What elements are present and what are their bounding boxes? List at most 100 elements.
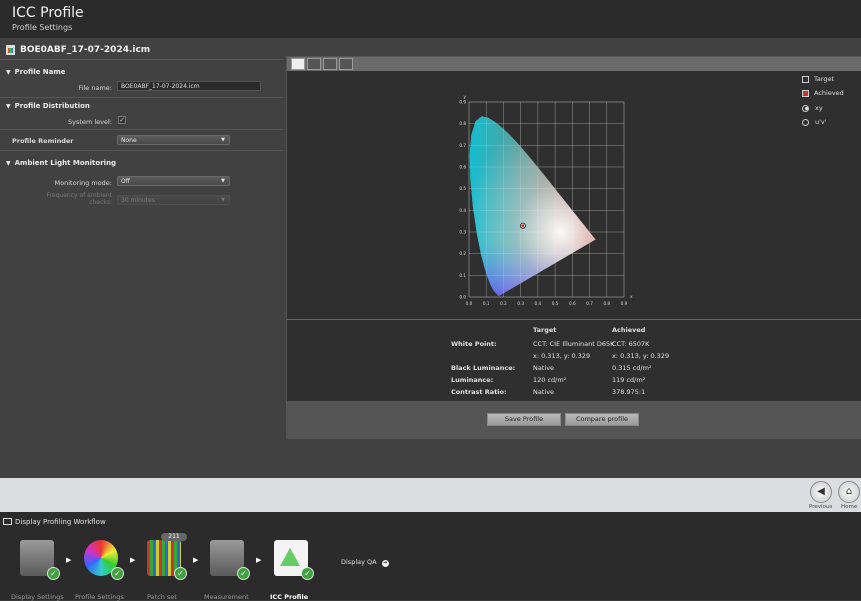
divider xyxy=(0,59,283,60)
page-title: ICC Profile xyxy=(12,5,84,21)
workflow-bar: Display Profiling Workflow ✓ Display Set… xyxy=(0,512,861,601)
x-axis-label: x xyxy=(630,295,633,300)
step-profile-settings[interactable]: ✓ xyxy=(78,540,124,584)
col-target-header: Target xyxy=(533,326,557,334)
chevron-down-icon: ▼ xyxy=(221,178,225,184)
profile-reminder-dropdown[interactable]: None ▼ xyxy=(117,135,230,145)
collapse-triangle-icon[interactable]: ▼ xyxy=(6,69,11,76)
frequency-dropdown[interactable]: 30 minutes ▼ xyxy=(117,195,230,205)
collapse-triangle-icon[interactable]: ▼ xyxy=(6,160,11,167)
x-tick-label: 0.2 xyxy=(500,301,507,306)
white-xy-achieved: x: 0.313, y: 0.329 xyxy=(612,352,670,360)
contrast-ratio-label: Contrast Ratio: xyxy=(451,388,507,396)
step-icc-profile[interactable]: ✓ xyxy=(268,540,314,584)
radio-unselected-icon[interactable] xyxy=(802,118,809,126)
legend-target[interactable]: Target xyxy=(802,75,834,83)
previous-button[interactable]: ◀ xyxy=(810,481,832,503)
white-point-target: CCT: CIE Illuminant D65K xyxy=(533,340,615,348)
y-tick-label: 0.5 xyxy=(459,186,466,191)
chevron-down-icon: ▼ xyxy=(221,197,225,203)
file-name-input[interactable]: BOE0ABF_17-07-2024.icm xyxy=(117,81,261,91)
col-achieved-header: Achieved xyxy=(612,326,646,334)
x-tick-label: 0.6 xyxy=(569,301,576,306)
section-profile-name[interactable]: ▼ Profile Name xyxy=(6,68,65,76)
checkmark-icon: ✓ xyxy=(237,567,250,580)
profile-file-icon xyxy=(6,45,15,55)
main-area: BOE0ABF_17-07-2024.icm ▼ Profile Name Fil… xyxy=(0,38,861,478)
target-marker-icon xyxy=(802,75,809,83)
y-axis-label: y xyxy=(463,95,466,100)
system-level-label: System level: xyxy=(68,118,112,126)
white-point-label: White Point: xyxy=(451,340,497,348)
page-subtitle: Profile Settings xyxy=(12,23,73,32)
back-arrow-icon: ◀ xyxy=(817,486,825,497)
home-button[interactable]: ⌂ xyxy=(838,481,860,503)
title-bar: ICC Profile Profile Settings xyxy=(0,0,861,38)
compare-profile-button[interactable]: Compare profile xyxy=(565,413,639,426)
checkmark-icon: ✓ xyxy=(111,567,124,580)
checkmark-icon: ✓ xyxy=(174,567,187,580)
previous-label: Previous xyxy=(809,504,833,510)
y-tick-label: 0.2 xyxy=(459,251,466,256)
patch-count-badge: 211 xyxy=(161,533,187,541)
x-tick-label: 0.3 xyxy=(517,301,524,306)
step-measurement[interactable]: ✓ xyxy=(204,540,250,584)
black-luminance-label: Black Luminance: xyxy=(451,364,516,372)
x-tick-label: 0.8 xyxy=(603,301,610,306)
contrast-ratio-achieved: 378.975:1 xyxy=(612,388,646,396)
achieved-point xyxy=(521,223,525,228)
achieved-marker-icon xyxy=(802,89,809,97)
image-view-button[interactable] xyxy=(339,58,353,70)
navigation-strip: ◀ Previous ⌂ Home xyxy=(0,478,861,512)
x-tick-label: 0.1 xyxy=(483,301,490,306)
monitor-icon xyxy=(3,518,12,525)
black-luminance-achieved: 0.315 cd/m² xyxy=(612,364,652,372)
x-tick-label: 0.7 xyxy=(586,301,593,306)
y-tick-label: 0.7 xyxy=(459,143,466,148)
gamut-3d-view-button[interactable] xyxy=(307,58,321,70)
white-point-achieved: CCT: 6507K xyxy=(612,340,650,348)
black-luminance-target: Native xyxy=(533,364,555,372)
file-name-label: File name: xyxy=(78,84,112,92)
workflow-title: Display Profiling Workflow xyxy=(15,518,106,526)
gamut-triangle-icon xyxy=(280,548,300,566)
step-patch-set[interactable]: 211 ✓ xyxy=(141,533,187,584)
radio-uv[interactable]: u'v' xyxy=(802,118,827,126)
chevron-right-icon: ▶ xyxy=(66,556,72,564)
save-profile-button[interactable]: Save Profile xyxy=(487,413,561,426)
curves-view-button[interactable] xyxy=(323,58,337,70)
checkmark-icon: ✓ xyxy=(47,567,60,580)
display-qa-link[interactable]: Display QA ➜ xyxy=(341,558,389,567)
contrast-ratio-target: Native xyxy=(533,388,555,396)
divider xyxy=(287,319,861,320)
gamut-view-button[interactable] xyxy=(291,58,305,70)
arrow-right-icon: ➜ xyxy=(381,560,389,567)
y-tick-label: 0.1 xyxy=(459,273,466,278)
home-icon: ⌂ xyxy=(845,486,853,497)
divider xyxy=(0,150,283,151)
y-tick-label: 0.4 xyxy=(459,208,466,213)
home-label: Home xyxy=(841,504,858,510)
system-level-checkbox[interactable]: ✓ xyxy=(118,116,126,124)
radio-xy[interactable]: xy xyxy=(802,104,823,112)
divider xyxy=(0,97,283,98)
x-tick-label: 0.5 xyxy=(552,301,559,306)
chevron-right-icon: ▶ xyxy=(130,556,136,564)
y-tick-label: 0.0 xyxy=(459,295,466,300)
chevron-right-icon: ▶ xyxy=(256,556,262,564)
section-profile-distribution[interactable]: ▼ Profile Distribution xyxy=(6,102,90,110)
checkmark-icon: ✓ xyxy=(301,567,314,580)
collapse-triangle-icon[interactable]: ▼ xyxy=(6,103,11,110)
section-ambient-light[interactable]: ▼ Ambient Light Monitoring xyxy=(6,159,116,167)
chromaticity-chart: 0.0 0.1 0.2 0.3 0.4 0.5 0.6 0.7 0.8 0.9 0.0 0.1 0.2 0… xyxy=(459,95,633,306)
file-name-heading: BOE0ABF_17-07-2024.icm xyxy=(20,45,151,55)
x-tick-label: 0.9 xyxy=(621,301,628,306)
legend-achieved[interactable]: Achieved xyxy=(802,89,844,97)
y-tick-label: 0.6 xyxy=(459,165,466,170)
radio-selected-icon[interactable] xyxy=(802,104,809,112)
y-tick-label: 0.8 xyxy=(459,121,466,126)
y-tick-label: 0.9 xyxy=(459,100,466,105)
monitoring-mode-dropdown[interactable]: Off ▼ xyxy=(117,176,230,186)
luminance-target: 120 cd/m² xyxy=(533,376,567,384)
step-display-settings[interactable]: ✓ xyxy=(14,540,60,584)
